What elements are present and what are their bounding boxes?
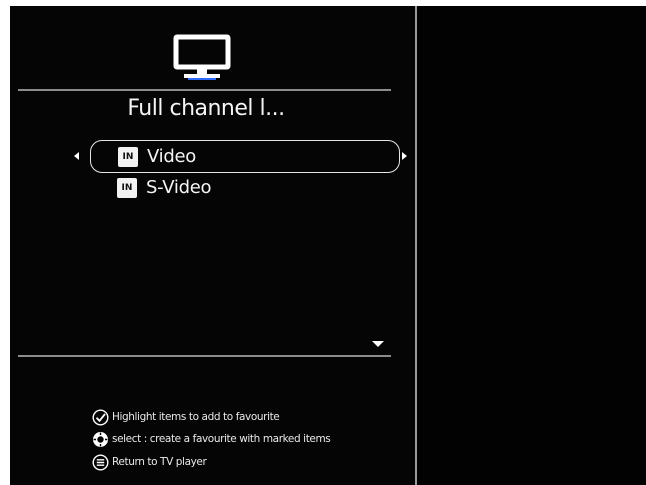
hint-text: Return to TV player [112,456,207,468]
ok-button-icon [93,431,108,447]
tv-screen: Full channel l... IN Video IN S-Video Hi… [10,6,646,485]
right-arrow-icon[interactable] [402,152,407,160]
footer-divider [18,355,391,357]
list-title: Full channel l... [127,96,285,121]
preview-panel [417,6,646,485]
input-badge-icon: IN [118,146,138,167]
hint-text: select : create a favourite with marked … [112,433,331,445]
hint-select: select : create a favourite with marked … [92,430,331,448]
list-item-label: S-Video [146,177,212,198]
check-circle-icon [92,408,109,426]
scroll-down-icon[interactable] [372,341,384,347]
channel-list-panel: Full channel l... IN Video IN S-Video Hi… [10,6,415,485]
input-badge-icon: IN [117,177,137,198]
list-item-s-video[interactable]: IN S-Video [90,171,400,204]
left-arrow-icon[interactable] [74,152,79,160]
tv-icon [173,34,231,80]
hint-return: Return to TV player [92,453,207,471]
hint-text: Highlight items to add to favourite [112,411,280,423]
menu-button-icon [92,453,109,471]
list-item-label: Video [147,146,196,167]
list-item-video[interactable]: IN Video [90,140,400,173]
hint-highlight: Highlight items to add to favourite [92,408,280,426]
header-divider [18,89,391,91]
